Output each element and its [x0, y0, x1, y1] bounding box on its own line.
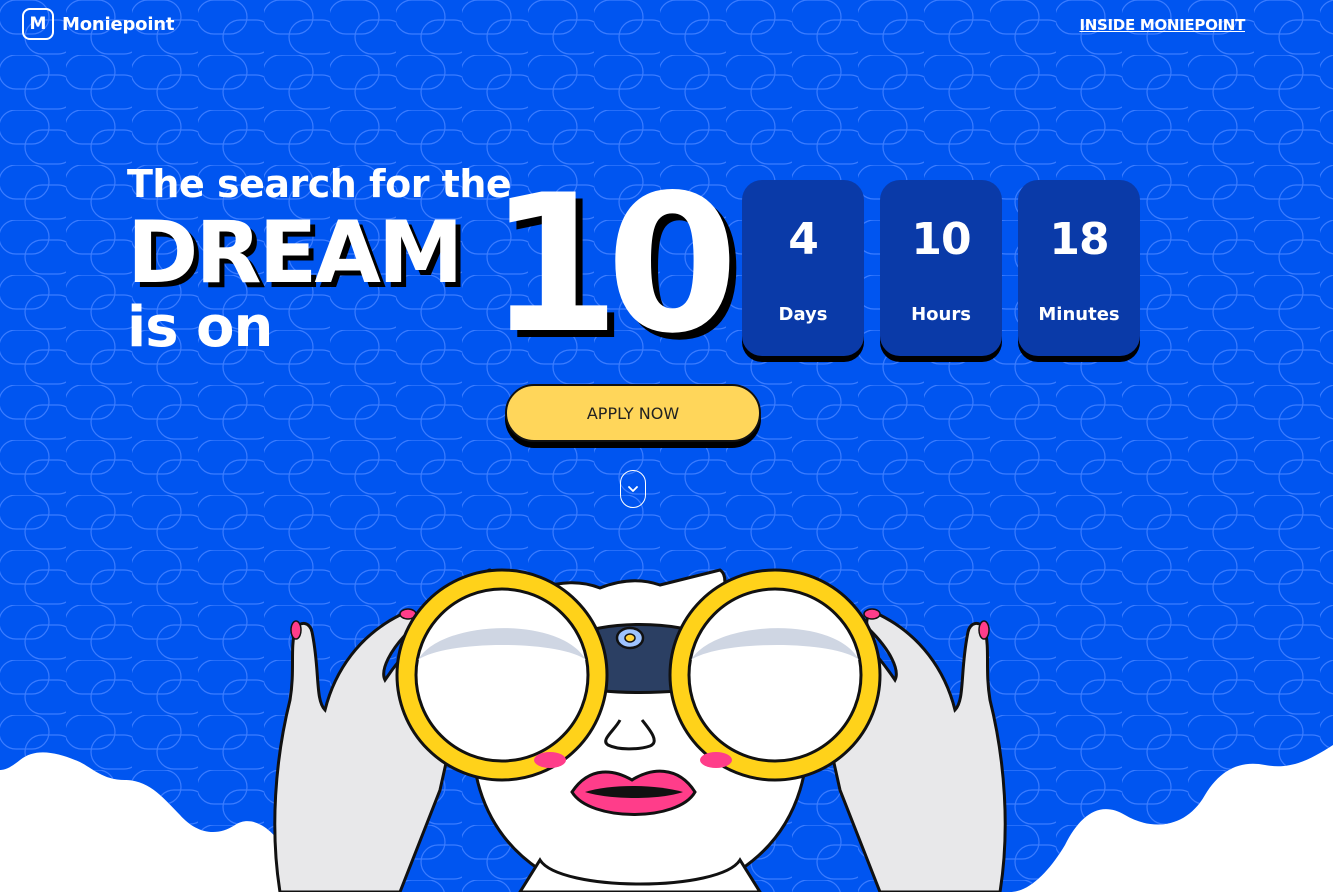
headline: The search for the DREAM is on: [127, 162, 512, 360]
countdown-days-value: 4: [788, 214, 819, 265]
countdown-days: 4 Days: [742, 180, 864, 356]
apply-now-button[interactable]: APPLY NOW: [505, 384, 761, 442]
countdown-minutes-label: Minutes: [1038, 304, 1120, 325]
headline-line3: is on: [127, 295, 273, 360]
chevron-down-icon: [628, 486, 638, 492]
headline-dream: DREAM: [127, 203, 464, 303]
inside-moniepoint-link[interactable]: INSIDE MONIEPOINT: [1079, 16, 1245, 34]
countdown-hours-value: 10: [911, 214, 971, 265]
countdown-hours: 10 Hours: [880, 180, 1002, 356]
countdown-hours-label: Hours: [911, 304, 971, 325]
brand-name: Moniepoint: [62, 13, 175, 35]
logo-mark-icon: M: [22, 8, 54, 40]
hero-section: M Moniepoint INSIDE MONIEPOINT The searc…: [0, 0, 1333, 892]
countdown-timer: 4 Days 10 Hours 18 Minutes: [742, 180, 1140, 356]
countdown-days-label: Days: [778, 304, 828, 325]
countdown-minutes: 18 Minutes: [1018, 180, 1140, 356]
countdown-minutes-value: 18: [1049, 214, 1109, 265]
scroll-down-button[interactable]: [620, 470, 646, 508]
headline-line1: The search for the: [127, 162, 512, 206]
brand-logo[interactable]: M Moniepoint: [22, 8, 175, 40]
binoculars-woman-illustration: [273, 568, 1007, 892]
headline-big-number: 10: [488, 154, 738, 375]
